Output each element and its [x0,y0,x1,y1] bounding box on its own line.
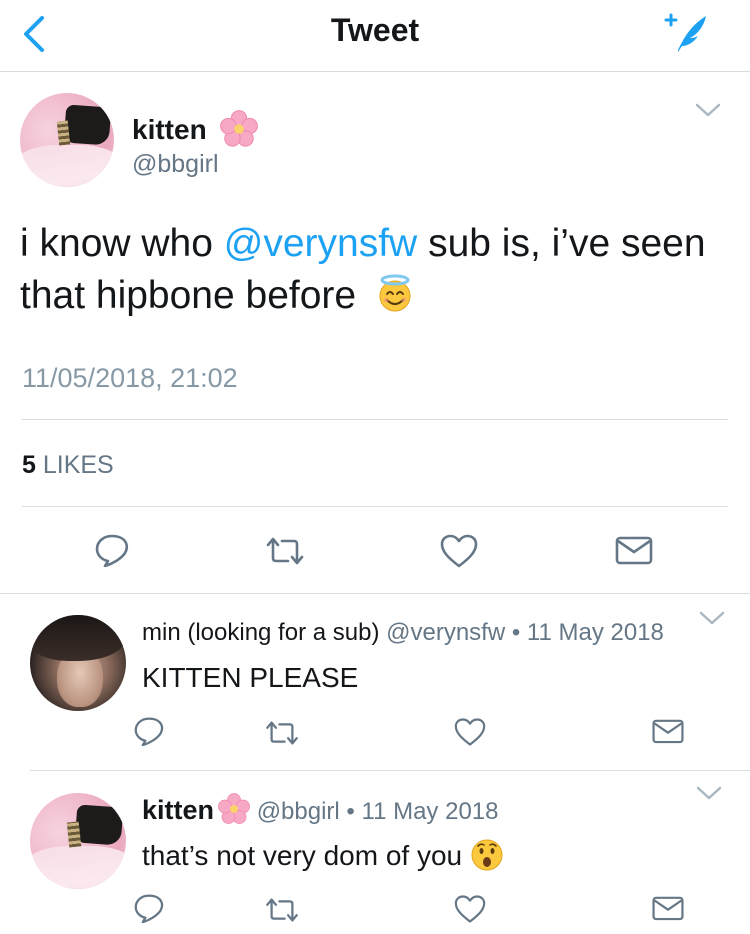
avatar[interactable] [30,615,126,711]
reply-button[interactable] [94,533,130,567]
heart-icon [454,895,486,923]
reply-text: that’s not very dom of you [142,838,504,872]
divider [30,770,750,771]
like-button[interactable] [453,717,487,747]
share-button[interactable] [651,717,685,745]
divider [22,506,728,507]
avatar[interactable] [20,93,114,187]
divider [22,419,728,420]
author-handle[interactable]: @bbgirl [132,150,219,179]
reply-text-content: that’s not very dom of you [142,840,463,871]
separator-dot: • [511,619,521,646]
reply-date: 11 May 2018 [526,619,664,646]
like-button[interactable] [453,894,487,924]
tweet-text: i know who @verynsfw sub is, i’ve seen t… [20,218,720,322]
reply-author-handle[interactable]: @verynsfw [386,619,505,646]
reply-header: kitten @bbgirl • 11 May 2018 [142,793,498,826]
reply-author-handle[interactable]: @bbgirl [257,798,340,825]
reply-author-name-text: kitten [142,795,215,825]
nav-bar: Tweet [0,0,750,72]
like-button[interactable] [439,533,479,569]
reply-author-name[interactable]: min (looking for a sub) [142,619,379,646]
retweet-button[interactable] [263,897,301,923]
retweet-button[interactable] [263,720,301,746]
compose-button[interactable] [660,8,710,58]
reply-button[interactable] [133,893,165,923]
chevron-down-icon[interactable] [694,783,724,803]
reply-icon [134,717,164,746]
chevron-down-icon[interactable] [693,100,723,120]
envelope-icon [652,719,684,744]
envelope-icon [615,536,653,565]
reply-date: 11 May 2018 [361,798,499,825]
cherry-blossom-icon [218,793,250,824]
author-name[interactable]: kitten [132,110,259,148]
share-button[interactable] [614,534,654,566]
avatar[interactable] [30,793,126,889]
cherry-blossom-icon [220,110,259,147]
tweet-timestamp: 11/05/2018, 21:02 [22,363,238,393]
share-button[interactable] [651,894,685,922]
retweet-icon [266,898,298,922]
reply-icon [95,534,129,567]
likes-number: 5 [22,451,36,479]
heart-icon [454,718,486,746]
smiling-face-with-halo-icon [379,274,411,312]
author-name-text: kitten [132,114,207,145]
tweet-text-part: i know who [20,222,224,265]
reply-text: KITTEN PLEASE [142,662,359,693]
chevron-down-icon[interactable] [697,608,727,628]
hushed-face-icon [471,839,503,871]
reply-button[interactable] [133,716,165,746]
compose-tweet-icon [664,13,706,52]
reply-icon [134,894,164,923]
separator-dot: • [346,798,355,825]
divider [0,593,750,594]
mention-link[interactable]: @verynsfw [224,222,417,265]
heart-icon [440,534,478,568]
likes-label: LIKES [42,451,114,479]
reply-header: min (looking for a sub) @verynsfw • 11 M… [142,619,664,647]
likes-count[interactable]: 5 LIKES [22,451,114,480]
retweet-button[interactable] [264,536,306,566]
retweet-icon [266,721,298,745]
page-title: Tweet [330,12,420,48]
envelope-icon [652,896,684,921]
retweet-icon [266,537,304,565]
reply-author-name[interactable]: kitten [142,793,250,825]
